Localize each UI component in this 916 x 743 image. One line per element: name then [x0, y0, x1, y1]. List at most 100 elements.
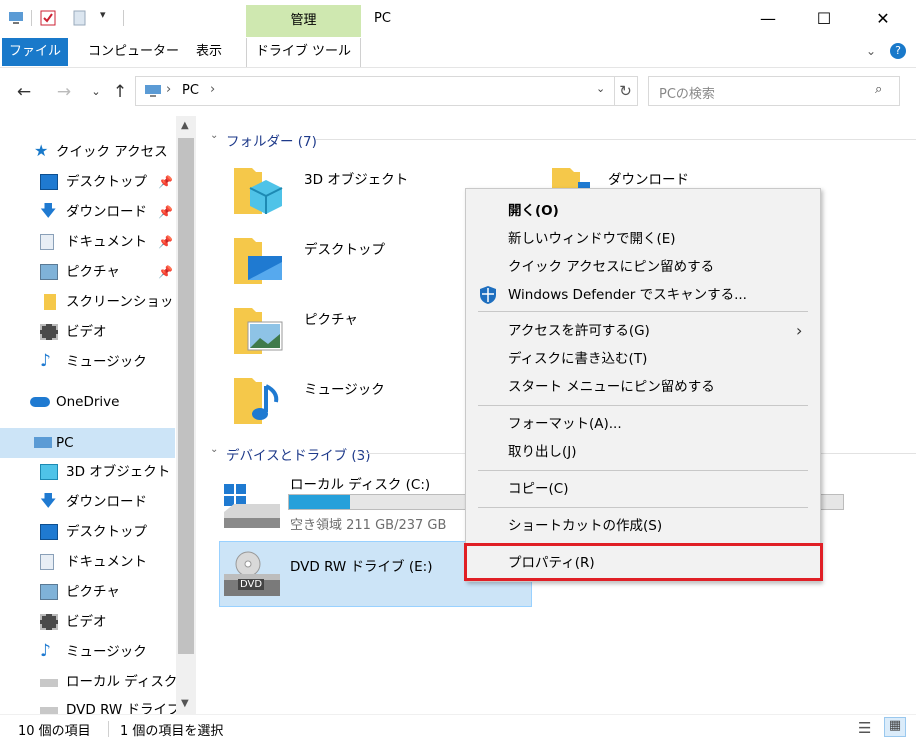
nav-label: ローカル ディスク (C: [66, 674, 176, 690]
properties-check-icon[interactable]: [40, 10, 56, 26]
folder-label: ミュージック: [304, 382, 385, 398]
pin-icon[interactable]: 📌: [158, 228, 173, 256]
breadcrumb-pc[interactable]: PC: [182, 83, 199, 98]
pc-icon: [145, 85, 161, 97]
pin-icon[interactable]: 📌: [158, 258, 173, 286]
search-input[interactable]: PCの検索: [659, 83, 715, 102]
submenu-arrow-icon: ›: [796, 321, 803, 340]
menu-item-give-access[interactable]: アクセスを許可する(G) ›: [466, 317, 820, 345]
maximize-icon: ☐: [816, 9, 832, 28]
tab-manage[interactable]: 管理: [246, 5, 361, 37]
menu-item-label: アクセスを許可する(G): [508, 323, 650, 339]
nav-label: ドキュメント: [66, 554, 147, 570]
qat-divider: [123, 10, 124, 26]
breadcrumb-chevron-icon[interactable]: ›: [210, 82, 215, 97]
ribbon-tabs: ファイル コンピューター 表示 ドライブ ツール ⌄ ?: [0, 38, 916, 68]
back-arrow-icon[interactable]: ←: [12, 80, 36, 104]
menu-item-defender-scan[interactable]: Windows Defender でスキャンする...: [466, 281, 820, 309]
address-dropdown-icon[interactable]: ⌄: [596, 82, 605, 95]
nav-label: クイック アクセス: [56, 144, 168, 160]
search-icon[interactable]: ⌕: [875, 82, 882, 97]
help-icon[interactable]: ?: [890, 43, 906, 59]
tab-drive-tools[interactable]: ドライブ ツール: [246, 38, 361, 67]
customize-qat-icon[interactable]: ▾: [100, 8, 106, 21]
close-icon: ✕: [876, 9, 890, 28]
new-folder-icon[interactable]: [72, 10, 88, 26]
status-bar: 10 個の項目 1 個の項目を選択 ☰ ▦: [0, 714, 916, 743]
music-folder-icon: [234, 378, 279, 424]
up-arrow-icon[interactable]: ↑: [108, 80, 132, 104]
nav-scrollbar-thumb[interactable]: [178, 138, 194, 654]
menu-item-pin-quick-access[interactable]: クイック アクセスにピン留めする: [466, 253, 820, 281]
nav-label: ダウンロード: [66, 494, 147, 510]
context-menu: 開く(O) 新しいウィンドウで開く(E) クイック アクセスにピン留めする Wi…: [465, 188, 821, 582]
qat-divider: [31, 10, 32, 26]
menu-separator: [478, 470, 808, 471]
nav-label: ミュージック: [66, 644, 147, 660]
nav-local-disk[interactable]: ローカル ディスク (C: [40, 668, 176, 696]
nav-label: スクリーンショット: [66, 294, 187, 310]
devices-group-header[interactable]: デバイスとドライブ (3): [226, 444, 371, 464]
nav-label: デスクトップ: [66, 174, 147, 190]
scroll-up-icon[interactable]: ▲: [181, 120, 189, 131]
search-box[interactable]: PCの検索 ⌕: [648, 76, 900, 106]
tab-computer[interactable]: コンピューター: [88, 38, 179, 66]
menu-item-eject[interactable]: 取り出し(J): [466, 438, 820, 466]
close-button[interactable]: ✕: [853, 0, 913, 38]
menu-item-create-shortcut[interactable]: ショートカットの作成(S): [466, 512, 820, 540]
maximize-button[interactable]: ☐: [794, 0, 854, 38]
download-arrow-icon: 🡇: [40, 201, 57, 220]
collapse-chevron-icon[interactable]: ⌄: [210, 444, 218, 455]
minimize-button[interactable]: —: [738, 0, 798, 38]
status-selected-count: 1 個の項目を選択: [120, 724, 224, 739]
pin-icon[interactable]: 📌: [158, 198, 173, 226]
nav-label: ピクチャ: [66, 584, 120, 600]
nav-label: OneDrive: [56, 394, 120, 410]
nav-label: ミュージック: [66, 354, 147, 370]
nav-label: ピクチャ: [66, 264, 120, 280]
menu-item-label: Windows Defender でスキャンする...: [508, 287, 747, 303]
details-view-icon[interactable]: ☰: [858, 719, 871, 737]
expand-ribbon-icon[interactable]: ⌄: [866, 44, 876, 58]
film-icon: [40, 614, 58, 630]
refresh-button[interactable]: ↻: [614, 76, 638, 106]
nav-label: デスクトップ: [66, 524, 147, 540]
menu-item-format[interactable]: フォーマット(A)...: [466, 410, 820, 438]
menu-item-open[interactable]: 開く(O): [466, 197, 820, 225]
drive-icon: [40, 679, 58, 687]
nav-dvd-drive[interactable]: DVD RW ドライブ (E: [40, 696, 176, 714]
folder-label: デスクトップ: [304, 242, 385, 258]
forward-arrow-icon[interactable]: →: [52, 80, 76, 104]
nav-label: PC: [56, 435, 74, 451]
menu-item-open-new-window[interactable]: 新しいウィンドウで開く(E): [466, 225, 820, 253]
explorer-pc-icon[interactable]: [8, 10, 24, 26]
nav-label: ビデオ: [66, 324, 107, 340]
drive-usage-fill: [289, 495, 350, 509]
menu-item-copy[interactable]: コピー(C): [466, 475, 820, 503]
picture-icon: [40, 264, 58, 280]
refresh-icon: ↻: [619, 82, 632, 100]
folder-label: ピクチャ: [304, 312, 358, 328]
recent-locations-icon[interactable]: ⌄: [84, 80, 108, 104]
nav-label: DVD RW ドライブ (E: [66, 702, 176, 714]
menu-item-burn-disc[interactable]: ディスクに書き込む(T): [466, 345, 820, 373]
download-arrow-icon: 🡇: [40, 491, 57, 510]
drive-label: ローカル ディスク (C:): [290, 477, 431, 493]
windows-drive-icon: [224, 484, 280, 528]
star-icon: ★: [34, 141, 49, 160]
pictures-folder-icon: [234, 308, 283, 354]
desktop-icon: [40, 524, 58, 540]
folders-group-header[interactable]: フォルダー (7): [226, 130, 317, 150]
collapse-chevron-icon[interactable]: ⌄: [210, 130, 218, 141]
document-icon: [40, 234, 54, 250]
music-note-icon: ♪: [40, 641, 51, 661]
tab-file[interactable]: ファイル: [2, 38, 68, 66]
menu-item-pin-start[interactable]: スタート メニューにピン留めする: [466, 373, 820, 401]
large-icons-view-icon[interactable]: ▦: [884, 717, 906, 737]
folder-icon: [44, 294, 56, 310]
status-divider: [108, 721, 109, 737]
scroll-down-icon[interactable]: ▼: [181, 698, 189, 709]
tab-view[interactable]: 表示: [196, 38, 222, 66]
pin-icon[interactable]: 📌: [158, 168, 173, 196]
address-bar[interactable]: › PC › ⌄: [135, 76, 615, 106]
